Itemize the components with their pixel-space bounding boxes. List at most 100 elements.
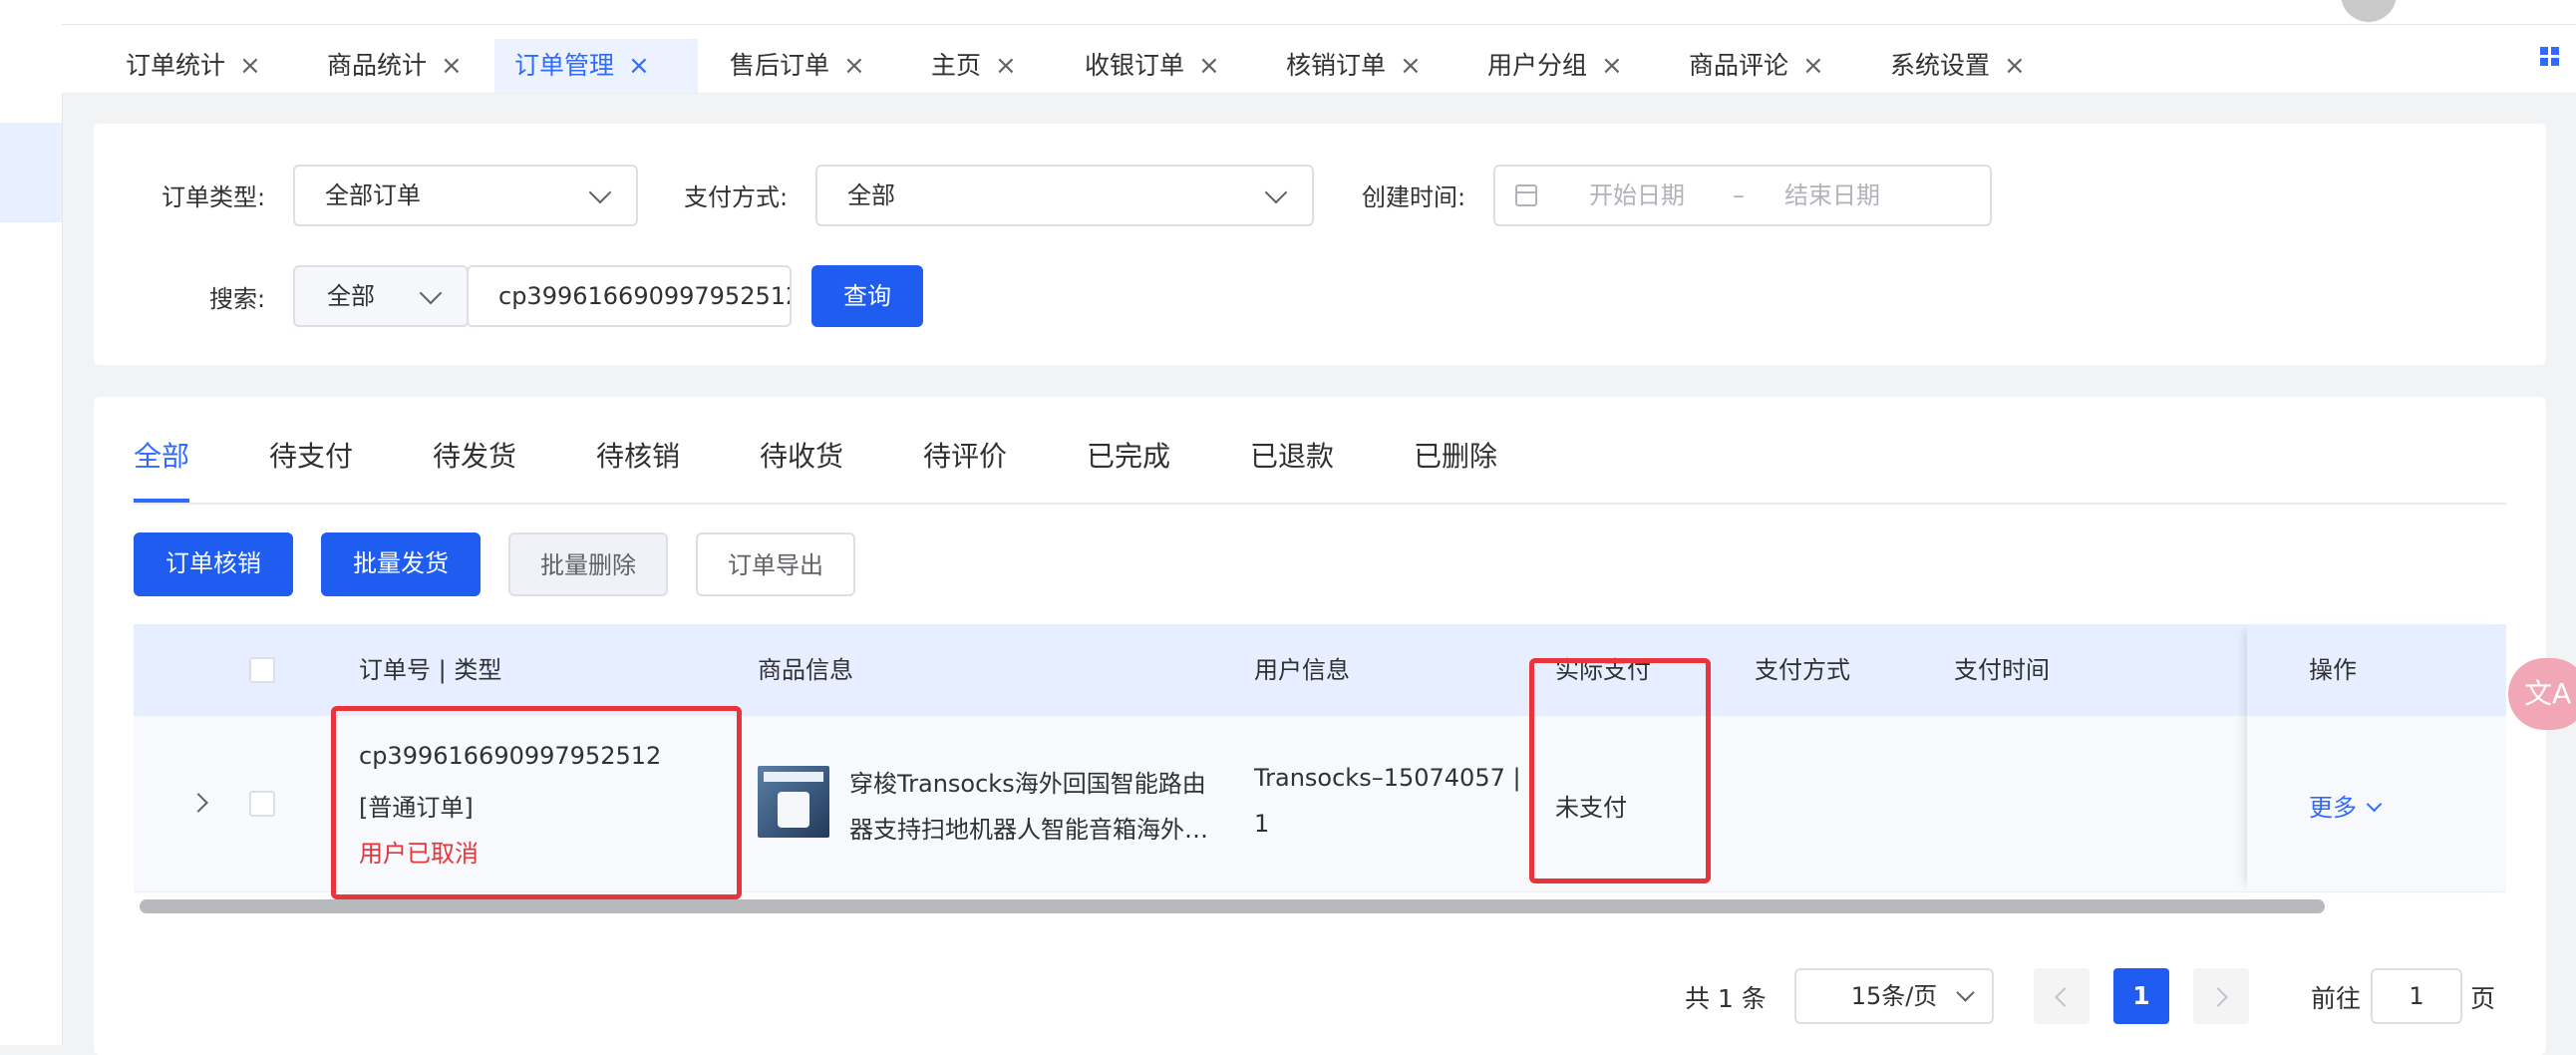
tab-label: 主页 xyxy=(931,51,982,80)
close-icon[interactable]: × xyxy=(441,51,463,81)
date-range-picker[interactable]: 开始日期 – 结束日期 xyxy=(1493,165,1992,226)
export-orders-button[interactable]: 订单导出 xyxy=(696,532,855,596)
order-type-select[interactable]: 全部订单 xyxy=(293,165,638,226)
search-label: 搜索: xyxy=(209,285,266,313)
page-unit-label: 页 xyxy=(2470,984,2496,1013)
status-tab-completed[interactable]: 已完成 xyxy=(1087,435,1170,475)
tab-bar: 订单统计 × 商品统计 × 订单管理 × 售后订单 × 主页 × 收银订单 × 核销订单 × … xyxy=(62,25,2576,94)
search-input-value: cp399616690997952512 xyxy=(498,282,792,310)
tab-label: 售后订单 xyxy=(730,51,830,80)
tab-after-sales[interactable]: 售后订单 × xyxy=(710,39,885,93)
next-page-button[interactable] xyxy=(2193,968,2249,1024)
pay-method-select[interactable]: 全部 xyxy=(815,165,1314,226)
batch-delete-button[interactable]: 批量删除 xyxy=(508,532,668,596)
product-name-line2: 器支持扫地机器人智能音箱海外… xyxy=(849,816,1208,844)
close-icon[interactable]: × xyxy=(1400,51,1422,81)
query-button[interactable]: 查询 xyxy=(811,265,923,327)
user-info-line2: 1 xyxy=(1254,810,1270,838)
order-type-value: 全部订单 xyxy=(325,181,421,209)
close-icon[interactable]: × xyxy=(995,51,1017,81)
translate-icon[interactable]: 文A xyxy=(2508,658,2576,730)
fixed-column-shadow xyxy=(2247,624,2506,891)
calendar-icon xyxy=(1515,184,1537,206)
chevron-right-icon[interactable] xyxy=(188,793,208,813)
product-name-line1: 穿梭Transocks海外回国智能路由 xyxy=(849,770,1206,798)
goto-label: 前往 xyxy=(2311,984,2362,1013)
col-pay-method: 支付方式 xyxy=(1755,656,1850,684)
date-separator: – xyxy=(1733,181,1745,209)
status-tab-refunded[interactable]: 已退款 xyxy=(1250,435,1334,475)
chevron-right-icon xyxy=(2208,987,2228,1007)
chevron-down-icon xyxy=(419,281,443,305)
search-scope-select[interactable]: 全部 xyxy=(293,265,469,327)
tab-order-stats[interactable]: 订单统计 × xyxy=(106,39,281,93)
total-count: 共 1 条 xyxy=(1685,984,1767,1013)
search-scope-value: 全部 xyxy=(327,282,375,310)
page-size-select[interactable]: 15条/页 xyxy=(1794,968,1994,1024)
tab-goods-stats[interactable]: 商品统计 × xyxy=(307,39,483,93)
close-icon[interactable]: × xyxy=(239,51,261,81)
tab-system-settings[interactable]: 系统设置 × xyxy=(1870,39,2046,93)
verify-order-button[interactable]: 订单核销 xyxy=(134,532,293,596)
close-icon[interactable]: × xyxy=(1802,51,1824,81)
select-all-checkbox[interactable] xyxy=(249,657,275,683)
table-header: 订单号 | 类型 商品信息 用户信息 实际支付 支付方式 支付时间 操作 xyxy=(134,624,2506,716)
order-list-panel: 全部 待支付 待发货 待核销 待收货 待评价 已完成 已退款 已删除 订单核销 … xyxy=(94,397,2546,1055)
chevron-left-icon xyxy=(2055,987,2075,1007)
highlight-order-cell xyxy=(331,706,742,899)
close-icon[interactable]: × xyxy=(843,51,865,81)
prev-page-button[interactable] xyxy=(2034,968,2090,1024)
active-tab-indicator xyxy=(134,499,189,503)
status-tab-pending-verify[interactable]: 待核销 xyxy=(596,435,680,475)
close-icon[interactable]: × xyxy=(1601,51,1623,81)
create-time-label: 创建时间: xyxy=(1362,183,1466,211)
tab-cashier-orders[interactable]: 收银订单 × xyxy=(1065,39,1240,93)
status-tabs-divider xyxy=(134,503,2506,505)
search-input[interactable]: cp399616690997952512 xyxy=(467,265,792,327)
tab-label: 系统设置 xyxy=(1890,51,1991,80)
tab-label: 商品评论 xyxy=(1689,51,1789,80)
grid-icon[interactable] xyxy=(2540,47,2560,67)
user-info-line1: Transocks–15074057 | xyxy=(1254,764,1521,792)
left-sidebar xyxy=(0,0,63,1045)
col-goods: 商品信息 xyxy=(758,656,853,684)
tab-order-management[interactable]: 订单管理 × xyxy=(494,39,698,93)
order-type-label: 订单类型: xyxy=(161,183,266,211)
close-icon[interactable]: × xyxy=(1198,51,1220,81)
product-thumbnail xyxy=(758,766,829,838)
status-tab-pending-receipt[interactable]: 待收货 xyxy=(760,435,843,475)
filter-panel: 订单类型: 全部订单 支付方式: 全部 创建时间: 开始日期 – 结束日期 搜索… xyxy=(94,124,2546,365)
tab-label: 订单管理 xyxy=(514,51,615,80)
chevron-down-icon xyxy=(1264,180,1288,204)
tab-label: 收银订单 xyxy=(1085,51,1185,80)
close-icon[interactable]: × xyxy=(2004,51,2026,81)
tab-home[interactable]: 主页 × xyxy=(911,39,1037,93)
tab-verify-orders[interactable]: 核销订单 × xyxy=(1266,39,1442,93)
current-page-button[interactable]: 1 xyxy=(2113,968,2169,1024)
col-order-no: 订单号 | 类型 xyxy=(359,656,502,684)
status-tab-pending-shipment[interactable]: 待发货 xyxy=(433,435,516,475)
goto-page-input[interactable]: 1 xyxy=(2371,968,2462,1024)
tab-label: 订单统计 xyxy=(126,51,226,80)
status-tab-pending-payment[interactable]: 待支付 xyxy=(269,435,353,475)
pay-method-value: 全部 xyxy=(847,181,895,209)
chevron-down-icon xyxy=(1956,983,1975,1002)
close-icon[interactable]: × xyxy=(628,51,650,81)
horizontal-scrollbar[interactable] xyxy=(140,899,2325,913)
tab-user-groups[interactable]: 用户分组 × xyxy=(1467,39,1643,93)
tab-label: 商品统计 xyxy=(327,51,428,80)
status-tab-all[interactable]: 全部 xyxy=(134,435,189,475)
highlight-paid-column xyxy=(1529,658,1711,883)
tab-goods-reviews[interactable]: 商品评论 × xyxy=(1669,39,1844,93)
col-user: 用户信息 xyxy=(1254,656,1350,684)
row-checkbox[interactable] xyxy=(249,791,275,817)
status-tab-deleted[interactable]: 已删除 xyxy=(1414,435,1497,475)
sidebar-active-item[interactable] xyxy=(0,123,62,222)
tab-label: 核销订单 xyxy=(1286,51,1387,80)
avatar[interactable] xyxy=(2341,0,2397,22)
pay-method-label: 支付方式: xyxy=(684,183,789,211)
status-tab-pending-review[interactable]: 待评价 xyxy=(923,435,1007,475)
start-date-input[interactable]: 开始日期 xyxy=(1589,167,1685,224)
batch-ship-button[interactable]: 批量发货 xyxy=(321,532,481,596)
end-date-input[interactable]: 结束日期 xyxy=(1784,167,1880,224)
